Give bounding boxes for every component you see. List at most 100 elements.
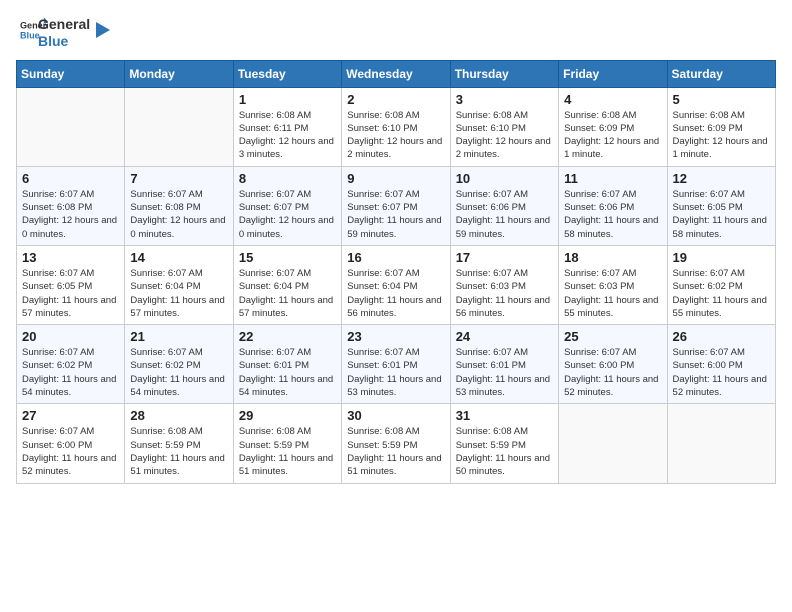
day-info: Sunrise: 6:07 AM Sunset: 6:01 PM Dayligh… (239, 346, 336, 399)
day-number: 6 (22, 171, 119, 186)
header-tuesday: Tuesday (233, 60, 341, 87)
header-wednesday: Wednesday (342, 60, 450, 87)
day-info: Sunrise: 6:08 AM Sunset: 5:59 PM Dayligh… (456, 425, 553, 478)
day-info: Sunrise: 6:07 AM Sunset: 6:03 PM Dayligh… (456, 267, 553, 320)
day-info: Sunrise: 6:07 AM Sunset: 6:07 PM Dayligh… (239, 188, 336, 241)
calendar-cell (17, 87, 125, 166)
header-friday: Friday (559, 60, 667, 87)
calendar-cell: 13Sunrise: 6:07 AM Sunset: 6:05 PM Dayli… (17, 245, 125, 324)
day-info: Sunrise: 6:08 AM Sunset: 6:10 PM Dayligh… (347, 109, 444, 162)
svg-text:Blue: Blue (20, 31, 40, 41)
calendar-cell: 19 Sunrise: 6:07 AM Sunset: 6:02 PM Dayli… (667, 245, 775, 324)
day-number: 31 (456, 408, 553, 423)
day-number: 17 (456, 250, 553, 265)
day-number: 20 (22, 329, 119, 344)
calendar-cell: 29Sunrise: 6:08 AM Sunset: 5:59 PM Dayli… (233, 404, 341, 483)
calendar-week-4: 20 Sunrise: 6:07 AM Sunset: 6:02 PM Dayli… (17, 325, 776, 404)
day-number: 24 (456, 329, 553, 344)
logo: General Blue General Blue (16, 16, 114, 50)
calendar-cell (125, 87, 233, 166)
day-info: Sunrise: 6:07 AM Sunset: 6:01 PM Dayligh… (456, 346, 553, 399)
calendar-cell: 16 Sunrise: 6:07 AM Sunset: 6:04 PM Dayli… (342, 245, 450, 324)
calendar-cell (667, 404, 775, 483)
day-number: 15 (239, 250, 336, 265)
calendar-cell: 14 Sunrise: 6:07 AM Sunset: 6:04 PM Dayli… (125, 245, 233, 324)
calendar-cell: 1 Sunrise: 6:08 AM Sunset: 6:11 PM Daylig… (233, 87, 341, 166)
calendar-cell: 18 Sunrise: 6:07 AM Sunset: 6:03 PM Dayli… (559, 245, 667, 324)
calendar-cell: 3 Sunrise: 6:08 AM Sunset: 6:10 PM Daylig… (450, 87, 558, 166)
day-number: 7 (130, 171, 227, 186)
calendar-cell: 9 Sunrise: 6:07 AM Sunset: 6:07 PM Daylig… (342, 166, 450, 245)
day-number: 5 (673, 92, 770, 107)
day-info: Sunrise: 6:07 AM Sunset: 6:00 PM Dayligh… (22, 425, 119, 478)
page-header: General Blue General Blue (16, 16, 776, 50)
day-info: Sunrise: 6:07 AM Sunset: 6:07 PM Dayligh… (347, 188, 444, 241)
day-info: Sunrise: 6:08 AM Sunset: 5:59 PM Dayligh… (347, 425, 444, 478)
calendar-week-2: 6 Sunrise: 6:07 AM Sunset: 6:08 PM Daylig… (17, 166, 776, 245)
day-number: 29 (239, 408, 336, 423)
day-number: 10 (456, 171, 553, 186)
calendar-cell: 24 Sunrise: 6:07 AM Sunset: 6:01 PM Dayli… (450, 325, 558, 404)
logo-blue: Blue (38, 33, 90, 50)
calendar-table: SundayMondayTuesdayWednesdayThursdayFrid… (16, 60, 776, 484)
day-number: 14 (130, 250, 227, 265)
day-info: Sunrise: 6:07 AM Sunset: 6:00 PM Dayligh… (564, 346, 661, 399)
day-info: Sunrise: 6:07 AM Sunset: 6:08 PM Dayligh… (130, 188, 227, 241)
calendar-cell: 28 Sunrise: 6:08 AM Sunset: 5:59 PM Dayli… (125, 404, 233, 483)
day-info: Sunrise: 6:07 AM Sunset: 6:00 PM Dayligh… (673, 346, 770, 399)
day-info: Sunrise: 6:07 AM Sunset: 6:04 PM Dayligh… (130, 267, 227, 320)
day-number: 23 (347, 329, 444, 344)
calendar-cell: 7 Sunrise: 6:07 AM Sunset: 6:08 PM Daylig… (125, 166, 233, 245)
calendar-cell: 26 Sunrise: 6:07 AM Sunset: 6:00 PM Dayli… (667, 325, 775, 404)
day-info: Sunrise: 6:08 AM Sunset: 6:11 PM Dayligh… (239, 109, 336, 162)
day-number: 4 (564, 92, 661, 107)
day-info: Sunrise: 6:07 AM Sunset: 6:02 PM Dayligh… (673, 267, 770, 320)
day-number: 26 (673, 329, 770, 344)
calendar-cell: 21 Sunrise: 6:07 AM Sunset: 6:02 PM Dayli… (125, 325, 233, 404)
calendar-cell: 27 Sunrise: 6:07 AM Sunset: 6:00 PM Dayli… (17, 404, 125, 483)
day-info: Sunrise: 6:07 AM Sunset: 6:04 PM Dayligh… (239, 267, 336, 320)
day-info: Sunrise: 6:07 AM Sunset: 6:06 PM Dayligh… (456, 188, 553, 241)
logo-general: General (38, 16, 90, 33)
day-number: 21 (130, 329, 227, 344)
day-number: 19 (673, 250, 770, 265)
day-info: Sunrise: 6:07 AM Sunset: 6:02 PM Dayligh… (130, 346, 227, 399)
day-info: Sunrise: 6:07 AM Sunset: 6:04 PM Dayligh… (347, 267, 444, 320)
calendar-cell: 8 Sunrise: 6:07 AM Sunset: 6:07 PM Daylig… (233, 166, 341, 245)
day-number: 18 (564, 250, 661, 265)
calendar-cell: 10 Sunrise: 6:07 AM Sunset: 6:06 PM Dayli… (450, 166, 558, 245)
calendar-cell: 11 Sunrise: 6:07 AM Sunset: 6:06 PM Dayli… (559, 166, 667, 245)
calendar-week-1: 1 Sunrise: 6:08 AM Sunset: 6:11 PM Daylig… (17, 87, 776, 166)
day-info: Sunrise: 6:08 AM Sunset: 6:09 PM Dayligh… (673, 109, 770, 162)
day-info: Sunrise: 6:08 AM Sunset: 5:59 PM Dayligh… (130, 425, 227, 478)
calendar-cell: 25 Sunrise: 6:07 AM Sunset: 6:00 PM Dayli… (559, 325, 667, 404)
header-monday: Monday (125, 60, 233, 87)
day-number: 8 (239, 171, 336, 186)
day-number: 22 (239, 329, 336, 344)
calendar-cell (559, 404, 667, 483)
calendar-cell: 6 Sunrise: 6:07 AM Sunset: 6:08 PM Daylig… (17, 166, 125, 245)
day-info: Sunrise: 6:07 AM Sunset: 6:06 PM Dayligh… (564, 188, 661, 241)
day-number: 11 (564, 171, 661, 186)
calendar-cell: 5 Sunrise: 6:08 AM Sunset: 6:09 PM Daylig… (667, 87, 775, 166)
day-number: 28 (130, 408, 227, 423)
day-number: 1 (239, 92, 336, 107)
day-info: Sunrise: 6:07 AM Sunset: 6:03 PM Dayligh… (564, 267, 661, 320)
day-number: 13 (22, 250, 119, 265)
day-info: Sunrise: 6:08 AM Sunset: 6:09 PM Dayligh… (564, 109, 661, 162)
day-info: Sunrise: 6:07 AM Sunset: 6:08 PM Dayligh… (22, 188, 119, 241)
calendar-cell: 15 Sunrise: 6:07 AM Sunset: 6:04 PM Dayli… (233, 245, 341, 324)
day-info: Sunrise: 6:07 AM Sunset: 6:01 PM Dayligh… (347, 346, 444, 399)
calendar-header-row: SundayMondayTuesdayWednesdayThursdayFrid… (17, 60, 776, 87)
day-number: 9 (347, 171, 444, 186)
day-number: 30 (347, 408, 444, 423)
header-thursday: Thursday (450, 60, 558, 87)
calendar-cell: 30 Sunrise: 6:08 AM Sunset: 5:59 PM Dayli… (342, 404, 450, 483)
day-number: 27 (22, 408, 119, 423)
day-number: 25 (564, 329, 661, 344)
day-info: Sunrise: 6:07 AM Sunset: 6:02 PM Dayligh… (22, 346, 119, 399)
logo-arrow-icon (92, 20, 114, 42)
day-info: Sunrise: 6:08 AM Sunset: 6:10 PM Dayligh… (456, 109, 553, 162)
day-number: 16 (347, 250, 444, 265)
day-number: 3 (456, 92, 553, 107)
